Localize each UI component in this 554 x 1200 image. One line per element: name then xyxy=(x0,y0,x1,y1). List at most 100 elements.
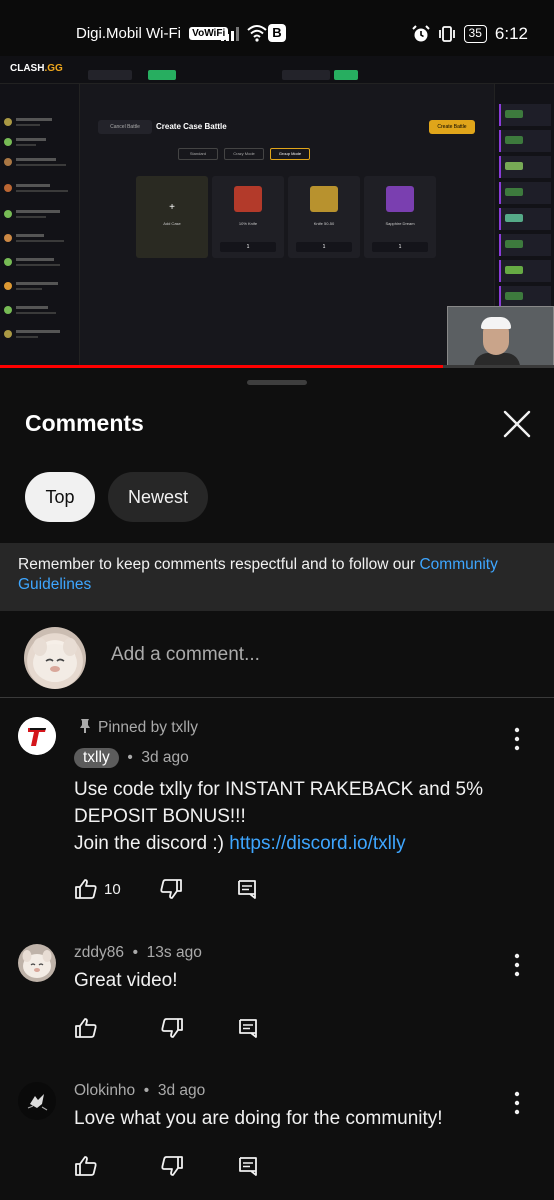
video-add-case: + Add Case xyxy=(136,176,208,258)
like-count: 10 xyxy=(104,880,121,898)
reply-button[interactable] xyxy=(238,1018,258,1038)
thumbs-down-icon xyxy=(161,1018,183,1038)
like-button[interactable]: 10 xyxy=(74,877,121,901)
dislike-button[interactable] xyxy=(159,877,183,901)
avatar[interactable] xyxy=(18,717,56,755)
comment-body: Use code txlly for INSTANT RAKEBACK and … xyxy=(74,776,514,857)
video-tab-group: Group Mode xyxy=(270,148,310,160)
video-case-card: Sapphire Dream 1 xyxy=(364,176,436,258)
thumbs-up-icon xyxy=(75,1156,97,1176)
dislike-button[interactable] xyxy=(160,1016,184,1040)
carrier-name: Digi.Mobil Wi-Fi VoWiFi xyxy=(76,25,229,42)
community-notice: Remember to keep comments respectful and… xyxy=(0,543,554,611)
thumbs-down-icon xyxy=(161,1156,183,1176)
meta-dot: • xyxy=(123,749,138,766)
video-tab-crazy: Crazy Mode xyxy=(224,148,264,160)
pinned-text: Pinned by txlly xyxy=(98,719,198,736)
like-button[interactable] xyxy=(74,1154,104,1178)
video-cancel-battle: Cancel Battle xyxy=(98,120,152,134)
notice-text: Remember to keep comments respectful and… xyxy=(18,556,420,573)
comment-item: Pinned by txlly txlly • 3d ago Use code … xyxy=(0,714,554,914)
comments-sheet: Comments Top Newest Remember to keep com… xyxy=(0,368,554,1200)
vibrate-icon xyxy=(438,26,455,42)
comment-text: Use code txlly for INSTANT RAKEBACK and … xyxy=(74,779,484,827)
video-mode-tabs: Standard Crazy Mode Group Mode xyxy=(178,148,310,160)
thumbs-up-icon xyxy=(75,1018,97,1038)
reply-button[interactable] xyxy=(238,1156,258,1176)
dislike-button[interactable] xyxy=(160,1154,184,1178)
comment-actions: 10 xyxy=(74,877,257,901)
reply-button[interactable] xyxy=(237,879,257,899)
comment-actions xyxy=(74,1016,258,1040)
comment-meta: txlly • 3d ago xyxy=(74,748,189,768)
reply-icon xyxy=(237,880,256,899)
video-case-name: Sapphire Dream xyxy=(385,221,415,226)
discord-link[interactable]: https://discord.io/txlly xyxy=(229,833,405,854)
like-button[interactable] xyxy=(74,1016,104,1040)
meta-dot: • xyxy=(139,1082,154,1099)
video-player[interactable]: CLASH.GG Cancel Battle Create Case Battl… xyxy=(0,56,554,368)
avatar xyxy=(24,627,86,689)
status-right: 35 6:12 xyxy=(411,24,528,44)
wifi-icon xyxy=(247,25,267,42)
add-comment-input[interactable]: Add a comment... xyxy=(111,644,260,666)
avatar[interactable] xyxy=(18,1082,56,1120)
pin-icon xyxy=(80,719,90,733)
video-case-card: Knife 50-50 1 xyxy=(288,176,360,258)
drag-handle[interactable] xyxy=(247,380,307,385)
comment-time: 13s ago xyxy=(146,944,202,961)
cellular-signal-icon xyxy=(221,27,239,41)
comment-text: Love what you are doing for the communit… xyxy=(74,1108,443,1129)
add-comment-row[interactable]: Add a comment... xyxy=(0,626,554,698)
logo-suffix: .GG xyxy=(44,63,63,74)
chip-newest[interactable]: Newest xyxy=(108,472,208,522)
clock: 6:12 xyxy=(494,24,528,43)
more-vert-icon[interactable] xyxy=(508,1090,526,1116)
video-case-name: Add Case xyxy=(163,221,181,226)
comment-meta: Olokinho • 3d ago xyxy=(74,1082,205,1100)
carrier-label: Digi.Mobil Wi-Fi xyxy=(76,25,181,42)
video-create-battle: Create Battle xyxy=(429,120,475,134)
close-icon[interactable] xyxy=(497,404,537,444)
video-rewards-pill xyxy=(148,70,176,80)
avatar[interactable] xyxy=(18,944,56,982)
video-case-name: Knife 50-50 xyxy=(313,221,335,226)
video-chat-panel xyxy=(0,84,80,368)
video-case-qty: 1 xyxy=(220,242,276,252)
chip-top[interactable]: Top xyxy=(25,472,95,522)
video-case-name: 10% Knife xyxy=(238,221,258,226)
b-badge: B xyxy=(268,24,286,42)
comment-time: 3d ago xyxy=(157,1082,206,1099)
comment-item: Olokinho • 3d ago Love what you are doin… xyxy=(0,1076,554,1186)
comment-author[interactable]: Olokinho xyxy=(74,1082,135,1099)
thumbs-up-icon xyxy=(75,879,97,899)
reply-icon xyxy=(239,1019,257,1038)
video-case-card: 10% Knife 1 xyxy=(212,176,284,258)
comment-text: Great video! xyxy=(74,970,178,991)
meta-dot: • xyxy=(128,944,143,961)
logo-prefix: CLASH xyxy=(10,63,45,74)
sheet-title: Comments xyxy=(25,410,144,436)
battery-indicator: 35 xyxy=(463,25,487,43)
comment-time: 3d ago xyxy=(141,749,189,766)
comment-text-line2: Join the discord :) https://discord.io/t… xyxy=(74,830,514,857)
more-vert-icon[interactable] xyxy=(508,726,526,752)
alarm-icon xyxy=(411,25,430,42)
thumbs-down-icon xyxy=(160,879,182,899)
video-balance-pill xyxy=(282,70,330,80)
video-battle-area: Cancel Battle Create Case Battle Create … xyxy=(80,84,494,368)
comment-author[interactable]: txlly xyxy=(74,748,119,768)
video-site-header: CLASH.GG xyxy=(0,56,554,84)
pinned-label: Pinned by txlly xyxy=(78,718,198,737)
status-bar: Digi.Mobil Wi-Fi VoWiFi B 35 6:12 xyxy=(0,0,554,56)
video-site-logo: CLASH.GG xyxy=(10,63,63,74)
video-page-title: Create Case Battle xyxy=(156,122,227,131)
more-vert-icon[interactable] xyxy=(508,952,526,978)
video-case-qty: 1 xyxy=(372,242,428,252)
comment-author[interactable]: zddy86 xyxy=(74,944,124,961)
video-case-qty: 1 xyxy=(296,242,352,252)
comment-actions xyxy=(74,1154,258,1178)
video-webcam-overlay xyxy=(447,306,554,368)
comment-text-prefix: Join the discord :) xyxy=(74,833,230,854)
video-tab-standard: Standard xyxy=(178,148,218,160)
